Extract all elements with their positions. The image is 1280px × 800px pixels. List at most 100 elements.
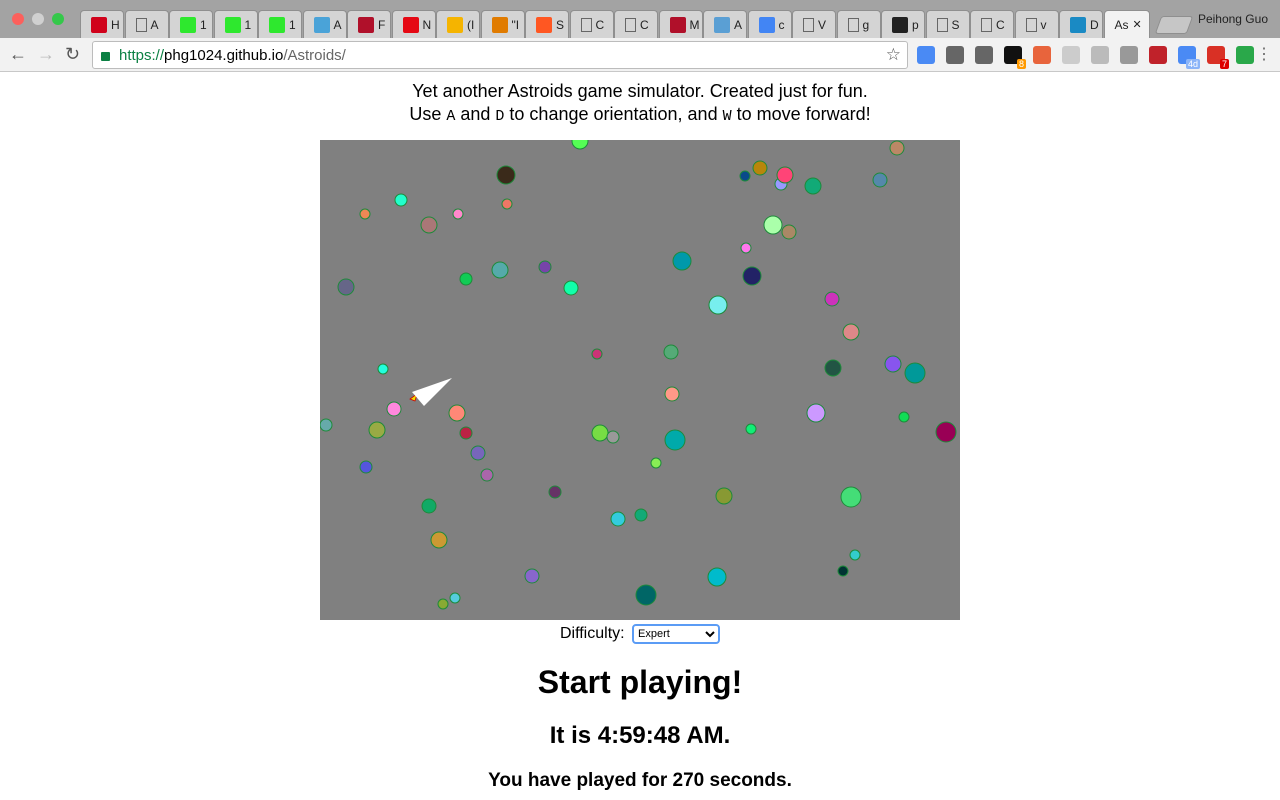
- asteroid: [491, 261, 509, 279]
- asteroid: [452, 208, 464, 220]
- bookmark-plus-icon[interactable]: [1033, 46, 1051, 64]
- check-icon[interactable]: [1236, 46, 1254, 64]
- close-tab-icon[interactable]: ✕: [1133, 18, 1142, 31]
- back-icon[interactable]: ←: [9, 44, 27, 65]
- blogger-icon: [536, 16, 552, 33]
- instructions: Yet another Astroids game simulator. Cre…: [0, 80, 1280, 128]
- tab[interactable]: C: [614, 10, 658, 38]
- asteroid: [386, 401, 402, 417]
- smiley-icon: [180, 16, 196, 33]
- tab-title: 1: [200, 17, 207, 32]
- tab[interactable]: A: [124, 10, 169, 38]
- tab[interactable]: (I: [436, 10, 480, 38]
- asteroid: [824, 291, 840, 307]
- asteroid: [740, 242, 752, 254]
- forward-icon[interactable]: →: [37, 44, 55, 65]
- asteroid: [663, 344, 679, 360]
- tab[interactable]: F: [347, 10, 391, 38]
- page-icon: [936, 17, 948, 32]
- tab[interactable]: A: [302, 10, 347, 38]
- maximize-window-button[interactable]: [52, 13, 64, 25]
- tab[interactable]: H: [80, 10, 124, 38]
- game-field: [320, 140, 957, 610]
- browser-toolbar: ← → ↻ https://phg1024.github.io/Astroids…: [0, 38, 1280, 72]
- tab[interactable]: "I: [480, 10, 525, 38]
- tab[interactable]: A: [703, 10, 747, 38]
- minimize-window-button[interactable]: [32, 13, 44, 25]
- new-tab-button[interactable]: [1154, 16, 1194, 34]
- tab[interactable]: c: [747, 10, 792, 38]
- reload-icon[interactable]: ↻: [65, 44, 80, 65]
- profile-name[interactable]: Peihong Guo: [1198, 12, 1268, 26]
- jetbrains-icon[interactable]: [1120, 46, 1138, 64]
- tab[interactable]: 1: [213, 10, 258, 38]
- tab-title: A: [150, 17, 159, 32]
- tab[interactable]: V: [792, 10, 836, 38]
- tab[interactable]: D: [1059, 10, 1103, 38]
- asteroid: [739, 170, 751, 182]
- menu-icon[interactable]: ⋮: [1256, 44, 1272, 64]
- tab-title: F: [378, 17, 386, 32]
- close-window-button[interactable]: [12, 13, 24, 25]
- tab[interactable]: p: [881, 10, 925, 38]
- tab[interactable]: v: [1014, 10, 1059, 38]
- page-icon: [135, 17, 147, 32]
- asteroid: [635, 584, 657, 606]
- tab[interactable]: 1: [169, 10, 213, 38]
- game-canvas[interactable]: [320, 140, 960, 620]
- tab-title: C: [640, 17, 649, 32]
- bolt-icon: [491, 16, 508, 33]
- difficulty-select[interactable]: Expert: [632, 624, 721, 644]
- intro-text: Use: [409, 104, 447, 124]
- amazon-icon[interactable]: 8: [1004, 46, 1026, 69]
- asteroid: [776, 166, 794, 184]
- tab[interactable]: C: [569, 10, 614, 38]
- asteroid: [806, 403, 826, 423]
- tab[interactable]: 1: [258, 10, 302, 38]
- asteroid: [634, 508, 648, 522]
- played-time-text: You have played for 270 seconds.: [488, 770, 792, 791]
- document-icon[interactable]: [1062, 46, 1080, 64]
- asteroid: [591, 424, 609, 442]
- page-icon: [803, 17, 814, 32]
- drive-icon[interactable]: [1091, 46, 1109, 64]
- sofa-icon[interactable]: [1149, 46, 1167, 64]
- asteroid: [430, 531, 448, 549]
- asteroid: [359, 208, 371, 220]
- intro-text: and: [455, 104, 496, 124]
- tab[interactable]: As ✕: [1103, 10, 1150, 38]
- url-scheme: https://: [119, 46, 165, 64]
- asteroid: [394, 193, 408, 207]
- asteroid: [842, 323, 860, 341]
- tab-title: C: [996, 17, 1005, 32]
- tab[interactable]: C: [970, 10, 1014, 38]
- asteroid: [320, 418, 333, 432]
- v-icon: [1070, 16, 1086, 33]
- tab[interactable]: g: [836, 10, 881, 38]
- tab[interactable]: M: [658, 10, 703, 38]
- asteroid: [752, 160, 768, 176]
- soc-icon: [714, 16, 730, 33]
- inbox-icon[interactable]: [975, 46, 993, 64]
- asteroid: [884, 355, 902, 373]
- asteroid: [742, 266, 762, 286]
- asteroid: [368, 421, 386, 439]
- asteroid: [708, 295, 728, 315]
- asteroid: [664, 429, 686, 451]
- translate-icon[interactable]: [917, 46, 935, 64]
- tab[interactable]: S: [525, 10, 569, 38]
- address-bar[interactable]: https://phg1024.github.io/Astroids/ ☆: [92, 41, 908, 69]
- asteroid: [337, 278, 355, 296]
- asteroid: [610, 511, 626, 527]
- bookmark-star-icon[interactable]: ☆: [886, 45, 901, 65]
- extension-badge: 4d: [1185, 59, 1200, 69]
- tab-title: C: [595, 17, 605, 32]
- pocket-icon[interactable]: [946, 46, 964, 64]
- tab[interactable]: N: [391, 10, 436, 38]
- gmail-icon[interactable]: 7: [1207, 46, 1229, 69]
- calendar-icon[interactable]: 4d: [1178, 46, 1200, 69]
- asteroid: [501, 198, 513, 210]
- tab-title: S: [556, 17, 565, 32]
- asteroid: [650, 457, 662, 469]
- tab[interactable]: S: [925, 10, 970, 38]
